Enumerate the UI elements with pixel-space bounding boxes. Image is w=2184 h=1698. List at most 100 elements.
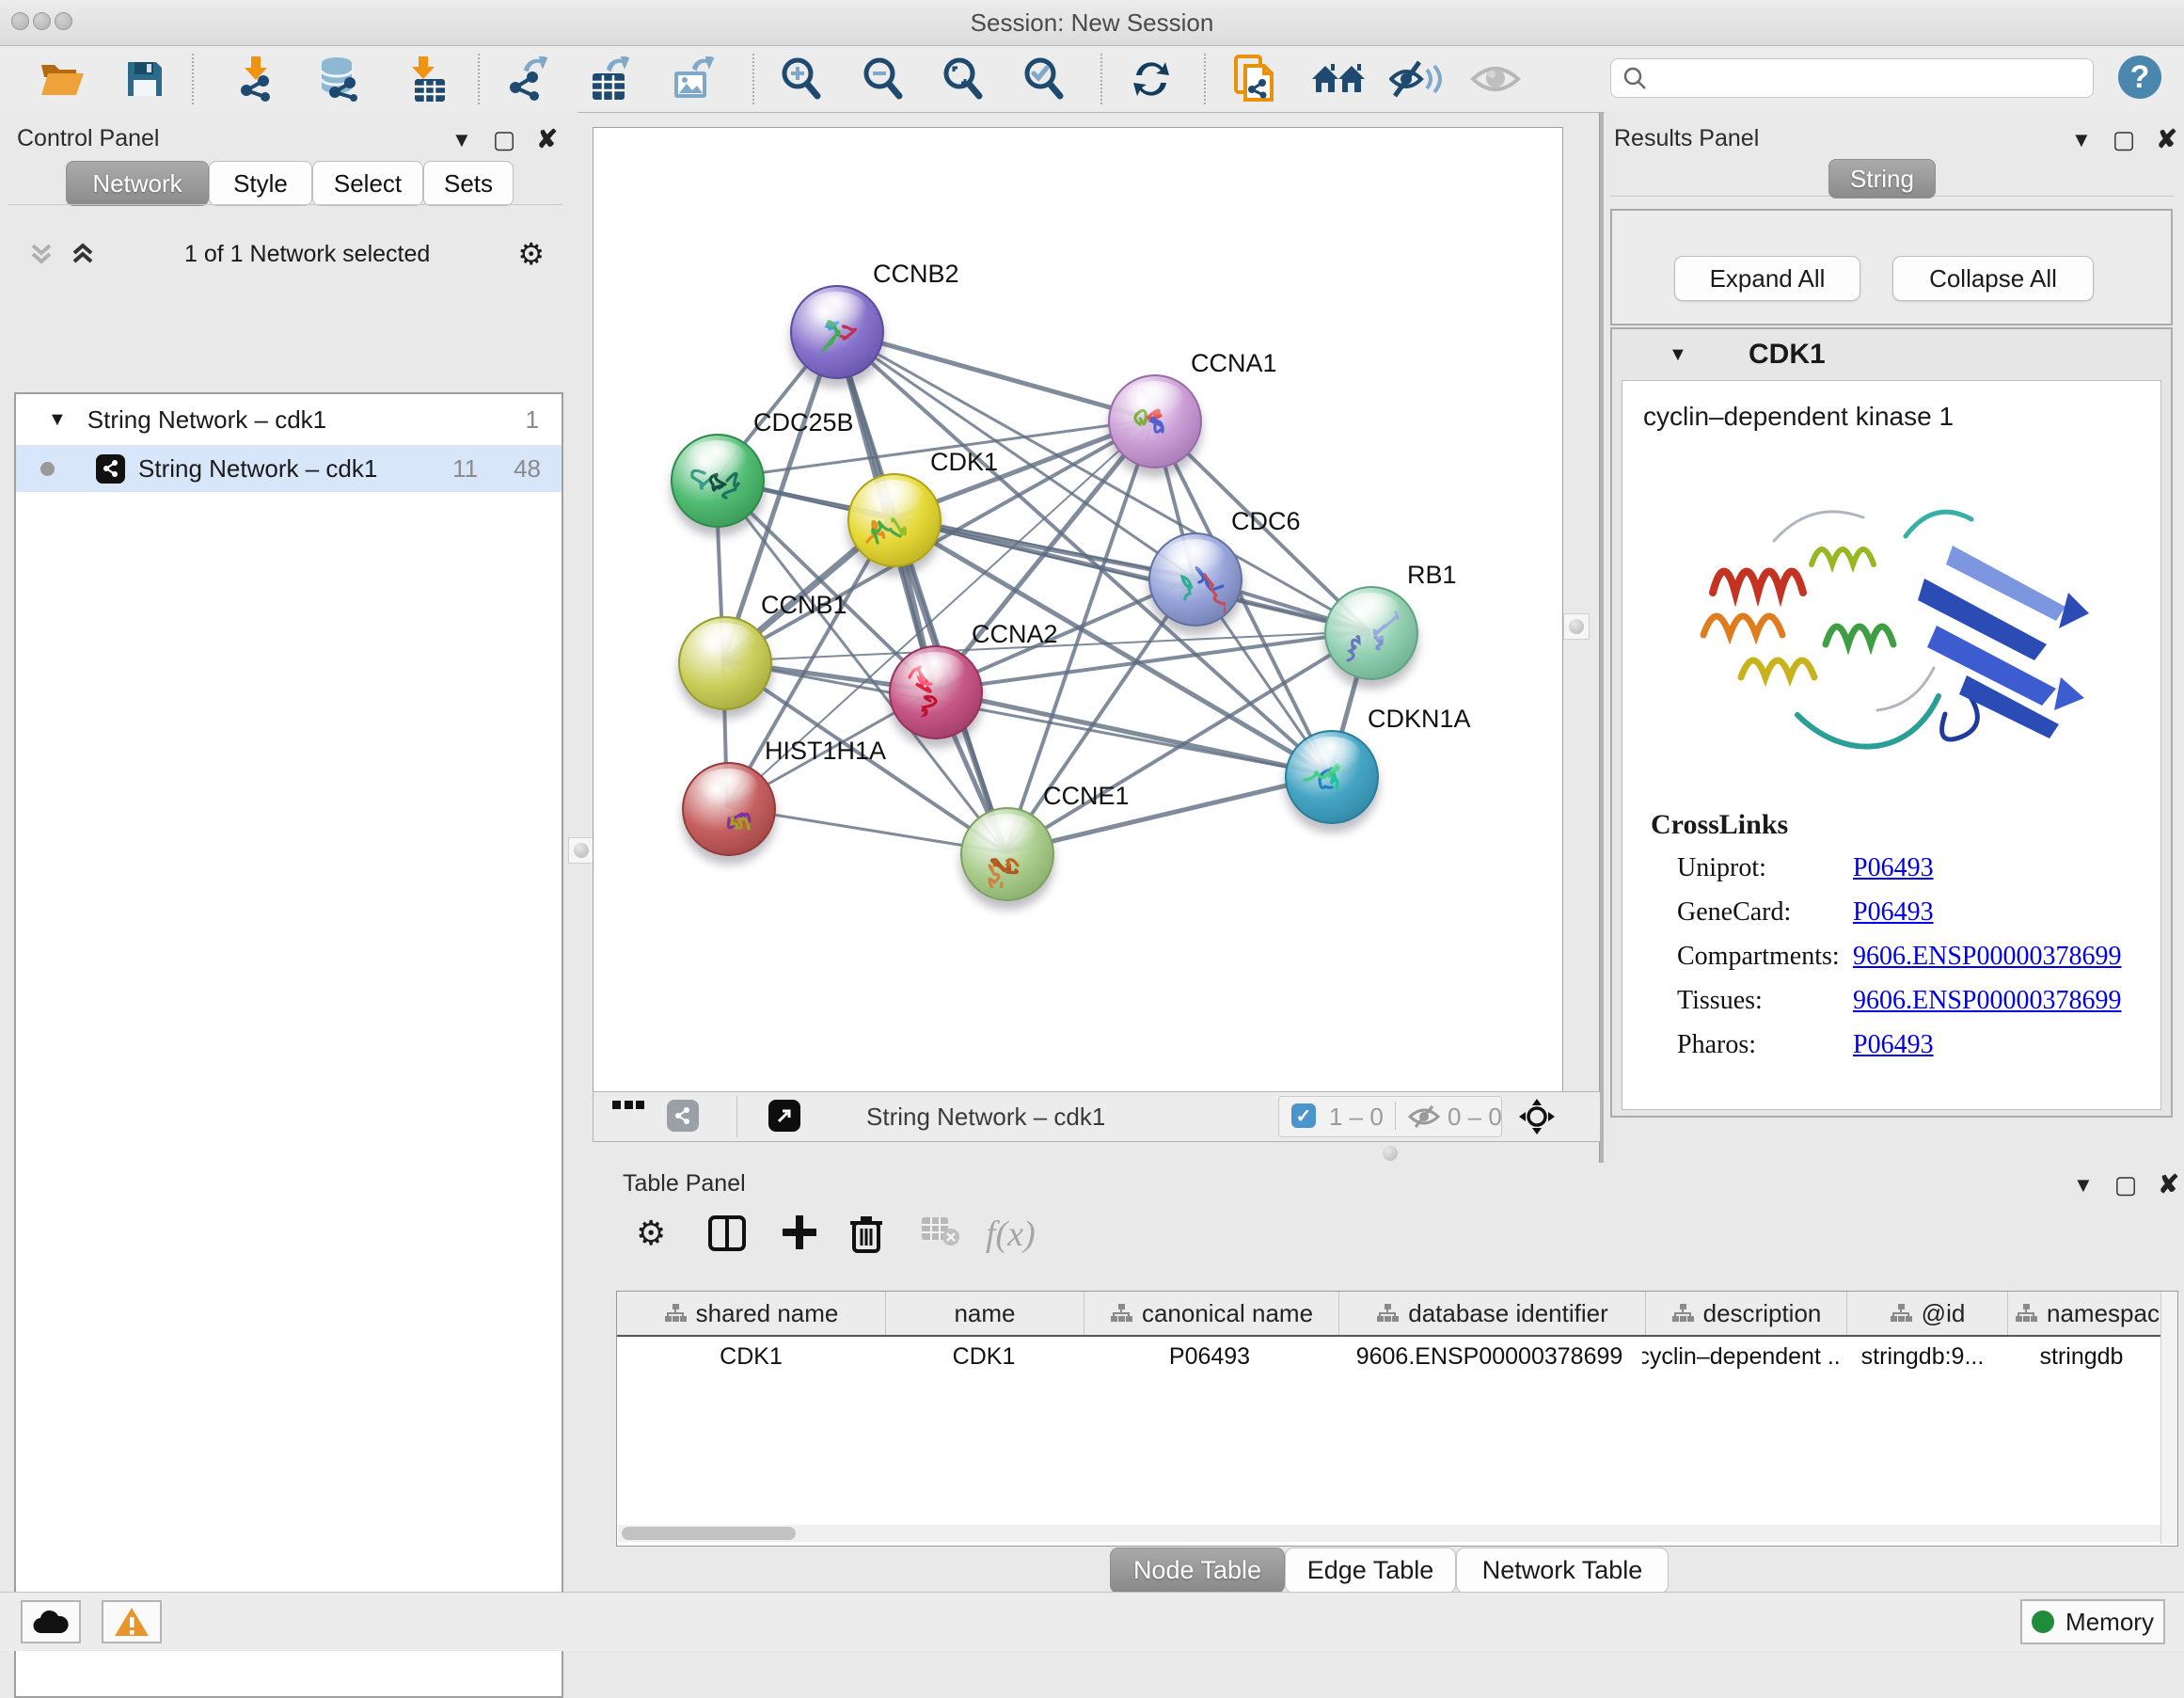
column-header-4[interactable]: description (1646, 1292, 1847, 1335)
float-panel-icon[interactable]: ▢ (493, 125, 516, 154)
import-table-button[interactable] (401, 56, 450, 102)
column-header-0[interactable]: shared name (617, 1292, 886, 1335)
open-session-button[interactable] (38, 56, 87, 102)
right-splitter-handle[interactable] (1563, 613, 1590, 640)
detach-view-icon[interactable] (768, 1100, 800, 1132)
selected-checkbox-icon[interactable]: ✓ (1291, 1103, 1316, 1128)
first-neighbors-button[interactable] (1309, 56, 1368, 102)
network-node-ccnb2[interactable] (790, 285, 884, 379)
tab-edge-table[interactable]: Edge Table (1285, 1547, 1456, 1594)
save-session-button[interactable] (120, 56, 169, 102)
network-node-ccna1[interactable] (1108, 374, 1202, 468)
crosslink-link[interactable]: 9606.ENSP00000378699 (1853, 986, 2121, 1016)
horizontal-splitter-handle[interactable] (1383, 1146, 1398, 1161)
clone-network-button[interactable] (1230, 56, 1279, 102)
network-canvas[interactable]: CCNB2CCNA1CDC25BCDK1CDC6RB1CCNB1CCNA2CDK… (593, 127, 1563, 1093)
network-node-cdk1[interactable] (847, 473, 942, 567)
navigator-crosshair-icon[interactable] (1519, 1099, 1555, 1135)
network-node-cdkn1a[interactable] (1285, 730, 1379, 824)
table-columns-icon[interactable] (707, 1214, 747, 1253)
zoom-fit-button[interactable] (939, 56, 988, 102)
tab-sets[interactable]: Sets (423, 161, 514, 206)
table-cell[interactable]: P06493 (1083, 1337, 1337, 1376)
expand-all-button[interactable]: Expand All (1674, 256, 1860, 301)
network-node-ccnb1[interactable] (678, 616, 772, 710)
column-header-6[interactable]: namespac (2008, 1292, 2167, 1335)
collapse-all-icon[interactable] (27, 240, 55, 268)
network-node-hist1h1a[interactable] (682, 762, 776, 856)
gear-icon[interactable]: ⚙ (517, 236, 545, 272)
close-panel-icon[interactable]: ✘ (536, 125, 558, 154)
close-panel-icon[interactable]: ✘ (2156, 125, 2177, 154)
memory-button[interactable]: Memory (2020, 1599, 2165, 1644)
tab-network[interactable]: Network (66, 161, 209, 206)
import-network-database-button[interactable] (314, 56, 363, 102)
network-collection-row[interactable]: ▼ String Network – cdk1 1 (16, 396, 562, 443)
zoom-in-button[interactable] (777, 56, 826, 102)
warnings-button[interactable] (102, 1600, 162, 1643)
table-header-row[interactable]: shared namenamecanonical namedatabase id… (617, 1292, 2160, 1337)
tab-style[interactable]: Style (209, 161, 312, 206)
table-cell[interactable]: 9606.ENSP00000378699 (1337, 1337, 1642, 1376)
crosslink-link[interactable]: P06493 (1853, 897, 1934, 928)
export-network-button[interactable] (506, 56, 555, 102)
network-node-cdc6[interactable] (1148, 532, 1242, 627)
tab-network-table[interactable]: Network Table (1456, 1547, 1669, 1594)
column-header-1[interactable]: name (886, 1292, 1084, 1335)
crosslink-link[interactable]: P06493 (1853, 1030, 1934, 1060)
network-edge[interactable] (934, 690, 1330, 775)
network-row-selected[interactable]: String Network – cdk1 11 48 (16, 445, 562, 492)
left-splitter-handle[interactable] (568, 837, 594, 864)
tab-node-table[interactable]: Node Table (1110, 1547, 1285, 1594)
table-row[interactable]: CDK1CDK1P064939606.ENSP00000378699cyclin… (617, 1337, 2160, 1376)
table-horizontal-scrollbar[interactable] (618, 1525, 2160, 1542)
table-gear-icon[interactable]: ⚙ (636, 1214, 666, 1253)
show-hidden-button[interactable] (1469, 56, 1522, 102)
close-panel-icon[interactable]: ✘ (2158, 1170, 2179, 1199)
help-button[interactable]: ? (2118, 56, 2161, 99)
function-builder-icon[interactable]: f(x) (986, 1214, 1036, 1255)
column-header-3[interactable]: database identifier (1339, 1292, 1646, 1335)
network-node-ccne1[interactable] (960, 807, 1054, 901)
network-overview-icon[interactable] (667, 1100, 699, 1132)
delete-table-icon[interactable] (920, 1214, 961, 1247)
cloud-status-button[interactable] (21, 1600, 81, 1643)
collapse-all-button[interactable]: Collapse All (1892, 256, 2094, 301)
network-node-ccna2[interactable] (889, 645, 983, 739)
crosslink-link[interactable]: 9606.ENSP00000378699 (1853, 942, 2121, 972)
table-vertical-scrollbar[interactable] (2160, 1292, 2177, 1544)
table-add-icon[interactable] (781, 1214, 818, 1251)
refresh-layout-button[interactable] (1127, 56, 1176, 102)
crosslink-link[interactable]: P06493 (1853, 853, 1934, 883)
panel-menu-icon[interactable]: ▼ (451, 128, 472, 152)
results-splitter[interactable] (1599, 112, 1604, 1163)
panel-menu-icon[interactable]: ▼ (2071, 128, 2092, 152)
export-image-button[interactable] (670, 56, 719, 102)
network-node-cdc25b[interactable] (671, 434, 765, 528)
network-node-rb1[interactable] (1324, 586, 1418, 680)
card-expander-icon[interactable]: ▼ (1669, 344, 1687, 366)
search-input[interactable] (1647, 64, 2065, 92)
table-cell[interactable]: CDK1 (885, 1337, 1083, 1376)
table-delete-icon[interactable] (848, 1214, 884, 1255)
column-header-2[interactable]: canonical name (1084, 1292, 1339, 1335)
table-cell[interactable]: stringdb:9... (1843, 1337, 2002, 1376)
export-table-button[interactable] (587, 56, 636, 102)
float-panel-icon[interactable]: ▢ (2113, 125, 2136, 154)
collection-expander-icon[interactable]: ▼ (48, 409, 67, 431)
column-header-5[interactable]: @id (1847, 1292, 2008, 1335)
search-bar[interactable] (1610, 58, 2094, 98)
zoom-selected-button[interactable] (1020, 56, 1068, 102)
table-cell[interactable]: cyclin–dependent ... (1642, 1337, 1843, 1376)
table-cell[interactable]: CDK1 (617, 1337, 885, 1376)
scrollbar-thumb[interactable] (622, 1527, 796, 1540)
hide-selected-button[interactable] (1388, 56, 1445, 102)
expand-all-icon[interactable] (69, 240, 97, 268)
table-cell[interactable]: stringdb (2002, 1337, 2160, 1376)
tab-string[interactable]: String (1828, 159, 1936, 198)
import-network-file-button[interactable] (231, 56, 280, 102)
zoom-out-button[interactable] (859, 56, 908, 102)
float-panel-icon[interactable]: ▢ (2114, 1170, 2138, 1199)
grid-view-icon[interactable] (612, 1101, 644, 1116)
tab-select[interactable]: Select (312, 161, 423, 206)
